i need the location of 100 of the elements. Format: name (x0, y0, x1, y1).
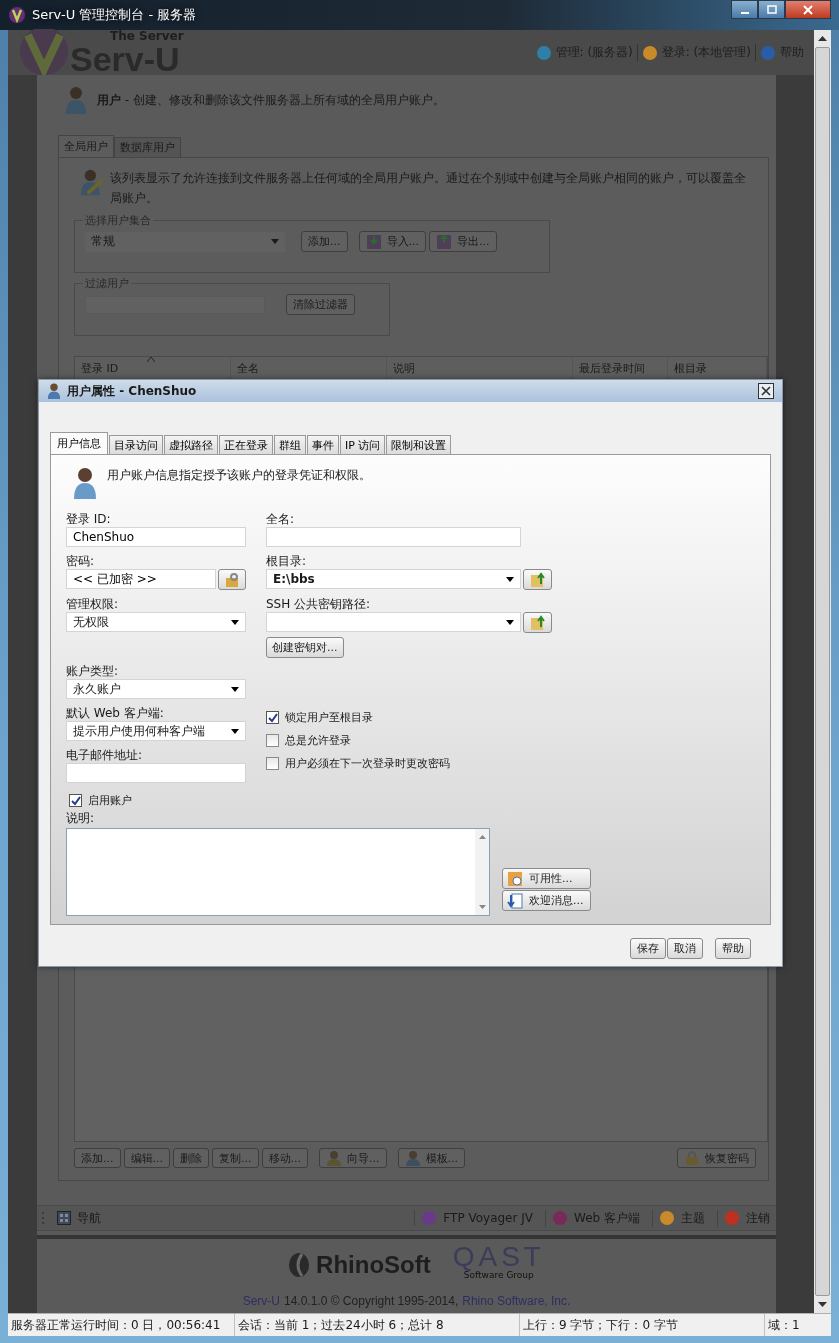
brand-logo-icon (288, 1251, 311, 1278)
window-title: Serv-U 管理控制台 - 服务器 (32, 6, 197, 24)
maximize-icon (766, 4, 777, 15)
login-id-input[interactable]: ChenShuo (66, 527, 246, 547)
field-label: 管理权限: (66, 596, 120, 612)
dialog-button[interactable]: 取消 (667, 938, 703, 959)
list-button[interactable]: 移动... (261, 1148, 308, 1168)
field-label: SSH 公共密钥路径: (266, 596, 372, 612)
field-label: 说明: (66, 810, 96, 826)
tab[interactable]: 目录访问 (109, 435, 163, 454)
status-cell-text: 域：1 (767, 1316, 801, 1334)
partner-subtitle: Software Group (463, 1271, 534, 1280)
user-edit-icon (80, 168, 105, 198)
tab[interactable]: 群组 (274, 435, 306, 454)
scroll-down-icon (478, 905, 486, 909)
app-logo-icon (8, 6, 26, 24)
field-label: 密码: (66, 553, 96, 569)
browse-button[interactable] (523, 612, 552, 633)
checkbox-label: 用户必须在下一次登录时更改密码 (285, 756, 450, 771)
availability-button[interactable]: 可用性... (502, 868, 591, 889)
welcome-message-button[interactable]: 欢迎消息... (502, 890, 591, 911)
collection-dropdown[interactable]: 常规 (85, 231, 285, 252)
admin-dropdown[interactable]: 无权限 (66, 612, 246, 632)
checkbox[interactable] (69, 794, 82, 807)
dropdown-arrow-icon (231, 728, 239, 734)
tab[interactable]: 虚拟路径 (164, 435, 218, 454)
dropdown-arrow-icon (506, 576, 514, 582)
copyright-text: 14.0.1.0 © Copyright 1995-2014, (284, 1294, 459, 1308)
checkbox-label: 锁定用户至根目录 (285, 710, 373, 725)
circle-icon (535, 44, 552, 61)
brand-name: RhinoSoft (316, 1250, 431, 1279)
circle-icon (659, 1210, 675, 1226)
person-icon (326, 1150, 342, 1166)
recover-password-button[interactable]: 恢复密码 (677, 1148, 756, 1168)
minimize-icon (740, 12, 749, 14)
create-key-pair-button[interactable]: 创建密钥对... (266, 637, 344, 658)
list-button[interactable]: 编辑... (123, 1148, 170, 1168)
list-button[interactable]: 复制... (212, 1148, 259, 1168)
folder-up-icon (529, 614, 546, 631)
circle-icon (724, 1210, 740, 1226)
web-client-dropdown[interactable]: 提示用户使用何种客户端 (66, 721, 246, 741)
dropdown-arrow-icon (231, 686, 239, 692)
dialog-button[interactable]: 保存 (630, 938, 666, 959)
field-label: 根目录: (266, 553, 308, 569)
dropdown-arrow-icon (271, 239, 279, 244)
circle-icon (641, 44, 658, 61)
close-button[interactable] (785, 0, 831, 19)
lock-icon (684, 1150, 700, 1166)
full-name-input[interactable] (266, 527, 521, 547)
intro-text: 用户账户信息指定授予该账户的登录凭证和权限。 (107, 467, 371, 484)
checkbox-label: 总是允许登录 (285, 733, 351, 748)
scroll-up-icon (478, 835, 486, 839)
tab[interactable]: 限制和设置 (386, 435, 452, 454)
password-input[interactable]: << 已加密 >> (66, 569, 216, 589)
tab[interactable]: IP 访问 (340, 435, 386, 454)
tab[interactable]: 正在登录 (219, 435, 273, 454)
checkbox-label: 启用账户 (88, 793, 132, 808)
account-type-dropdown[interactable]: 永久账户 (66, 679, 246, 699)
person-icon (404, 1150, 421, 1166)
toolbar-link[interactable]: FTP Voyager JV (414, 1210, 539, 1226)
circle-icon (552, 1210, 568, 1226)
user-icon (65, 86, 87, 114)
circle-icon (421, 1210, 438, 1226)
checkbox[interactable] (266, 757, 279, 770)
tab[interactable]: 事件 (307, 435, 339, 454)
field-label: 全名: (266, 511, 296, 527)
user-icon (47, 383, 61, 399)
close-button[interactable] (758, 383, 774, 399)
dialog-title: 用户属性 - ChenShuo (67, 382, 197, 400)
collection-button[interactable]: 添加... (301, 231, 348, 252)
minimize-button[interactable] (731, 0, 758, 19)
notes-textarea[interactable] (66, 828, 490, 916)
status-cell: 上行：9 字节；下行：0 字节 (520, 1314, 765, 1336)
scroll-down-icon (818, 1302, 827, 1307)
root-directory-dropdown[interactable]: E:\bbs (266, 569, 521, 589)
clear-filter-button[interactable]: 清除过滤器 (286, 294, 355, 315)
checkbox[interactable] (266, 734, 279, 747)
list-button[interactable]: 添加... (74, 1148, 121, 1168)
field-label: 默认 Web 客户端: (66, 705, 165, 721)
field-label: 登录 ID: (66, 511, 112, 527)
dialog-button[interactable]: 帮助 (715, 938, 751, 959)
download-document-icon (507, 892, 523, 909)
email-input[interactable] (66, 763, 246, 783)
circle-icon (760, 44, 776, 61)
user-icon (73, 467, 97, 499)
status-cell: 会话：当前 1；过去24小时 6；总计 8 (235, 1314, 520, 1336)
list-button[interactable]: 删除 (173, 1148, 209, 1168)
password-button[interactable] (218, 569, 246, 590)
checkbox[interactable] (266, 711, 279, 724)
dropdown-arrow-icon (231, 619, 239, 625)
grid-icon (57, 1211, 71, 1225)
list-button[interactable]: 模板... (397, 1148, 465, 1168)
scroll-up-icon (818, 36, 827, 41)
folder-up-icon (529, 571, 546, 588)
status-cell: 服务器正常运行时间：0 日，00:56:41 (8, 1314, 235, 1336)
dropdown-arrow-icon (506, 619, 514, 625)
browse-button[interactable] (523, 569, 552, 590)
tab[interactable]: 用户信息 (50, 432, 108, 454)
sort-caret-icon (147, 357, 155, 362)
maximize-button[interactable] (758, 0, 785, 19)
